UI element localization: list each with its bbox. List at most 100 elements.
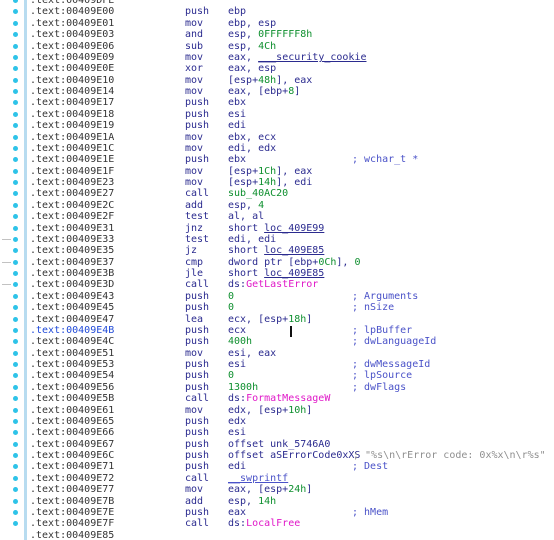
breakpoint-dot-icon[interactable] — [13, 0, 18, 3]
text-cursor — [290, 326, 292, 337]
breakpoint-dot-icon[interactable] — [13, 509, 18, 515]
operand-text: edx — [228, 415, 247, 427]
breakpoint-dot-icon[interactable] — [13, 236, 18, 242]
operand-immediate: 0 — [228, 290, 235, 302]
breakpoint-dot-icon[interactable] — [13, 305, 18, 311]
breakpoint-dot-icon[interactable] — [13, 157, 18, 163]
breakpoint-dot-icon[interactable] — [13, 282, 18, 288]
breakpoint-dot-icon[interactable] — [13, 43, 18, 49]
breakpoint-dot-icon[interactable] — [13, 259, 18, 265]
operand-text: esi — [228, 108, 247, 120]
operand-text: eax — [228, 506, 247, 518]
library-function-name[interactable]: __swprintf — [228, 473, 288, 484]
breakpoint-dot-icon[interactable] — [13, 111, 18, 117]
breakpoint-dot-icon[interactable] — [13, 20, 18, 26]
operand-text: ], edi — [276, 177, 313, 188]
breakpoint-dot-icon[interactable] — [13, 453, 18, 458]
breakpoint-dot-icon[interactable] — [13, 316, 18, 322]
operand-immediate: 1Ch — [258, 165, 277, 177]
breakpoint-dot-icon[interactable] — [13, 350, 18, 356]
breakpoint-dot-icon[interactable] — [13, 498, 18, 504]
jump-arrow-icon — [2, 238, 11, 240]
breakpoint-dot-icon[interactable] — [13, 396, 18, 402]
subroutine-name[interactable]: sub_40AC20 — [228, 188, 288, 199]
breakpoint-dot-icon[interactable] — [13, 54, 18, 60]
operand-immediate: 4Ch — [258, 40, 277, 52]
breakpoint-dot-icon[interactable] — [13, 32, 18, 38]
operand-text: ], eax — [276, 74, 313, 86]
breakpoint-dot-icon[interactable] — [13, 202, 18, 208]
breakpoint-dot-icon[interactable] — [13, 134, 18, 140]
operand-immediate: 14h — [258, 177, 277, 188]
operand-text: eax, [ebp+ — [228, 86, 289, 97]
import-api-name[interactable]: FormatMessageW — [246, 393, 330, 404]
breakpoint-dot-icon[interactable] — [13, 339, 18, 345]
data-reference-name[interactable]: ___security_cookie — [258, 52, 366, 63]
line-gutter[interactable] — [0, 528, 30, 540]
operand-text: ebx — [228, 97, 247, 109]
breakpoint-dot-icon[interactable] — [13, 123, 18, 129]
disasm-line[interactable]: .text:00409E85 — [0, 528, 554, 540]
breakpoint-dot-icon[interactable] — [13, 384, 18, 390]
operand-text: eax, esp — [228, 63, 277, 75]
operand-text: ], eax — [276, 165, 313, 177]
operand-text: esi — [228, 427, 247, 439]
jump-arrow-icon — [2, 284, 11, 286]
breakpoint-dot-icon[interactable] — [13, 373, 18, 379]
operand-immediate: 48h — [258, 74, 277, 86]
jump-target-label[interactable]: loc_409E85 — [264, 245, 324, 256]
breakpoint-dot-icon[interactable] — [13, 271, 18, 276]
disassembly-view[interactable]: .text:00409DFE .text:00409E00 push ebp .text… — [0, 0, 554, 540]
operand-text: ], — [336, 256, 355, 268]
operand-text: ds: — [228, 279, 247, 291]
breakpoint-dot-icon[interactable] — [13, 214, 18, 220]
breakpoint-dot-icon[interactable] — [13, 293, 18, 299]
breakpoint-dot-icon[interactable] — [13, 9, 18, 15]
breakpoint-dot-icon[interactable] — [13, 521, 18, 527]
operand-text: ebx, ecx — [228, 131, 277, 143]
operand-text: esi, eax — [228, 347, 277, 359]
operand-text: ebp — [228, 6, 247, 18]
breakpoint-dot-icon[interactable] — [13, 77, 18, 83]
breakpoint-dot-icon[interactable] — [13, 362, 18, 367]
operand-immediate: 24h — [288, 484, 307, 496]
breakpoint-dot-icon[interactable] — [13, 168, 18, 174]
operand-text: ecx — [228, 324, 247, 336]
breakpoint-dot-icon[interactable] — [13, 430, 18, 436]
operand-immediate: 0 — [228, 302, 235, 314]
operand-text: esp, — [228, 40, 259, 52]
breakpoint-dot-icon[interactable] — [13, 145, 18, 151]
breakpoint-dot-icon[interactable] — [13, 191, 18, 197]
operand-text: esp, — [228, 29, 259, 41]
operand-immediate: 4 — [258, 199, 265, 211]
operand-text: short — [228, 222, 265, 234]
operand-immediate: 18h — [288, 313, 307, 325]
line-address[interactable]: .text:00409E85 — [30, 529, 114, 540]
breakpoint-dot-icon[interactable] — [13, 248, 18, 254]
jump-target-label[interactable]: loc_409E85 — [264, 268, 324, 279]
operand-text: ] — [306, 484, 313, 496]
operand-text: ds: — [228, 518, 247, 530]
operand-text: edi, edx — [228, 142, 277, 154]
breakpoint-dot-icon[interactable] — [13, 418, 18, 424]
breakpoint-dot-icon[interactable] — [13, 464, 18, 470]
breakpoint-dot-icon[interactable] — [13, 180, 18, 185]
operand-immediate: 10h — [288, 404, 307, 416]
breakpoint-dot-icon[interactable] — [13, 66, 18, 72]
breakpoint-dot-icon[interactable] — [13, 100, 18, 106]
breakpoint-dot-icon[interactable] — [13, 225, 18, 231]
import-api-name[interactable]: LocalFree — [246, 518, 300, 529]
breakpoint-dot-icon[interactable] — [13, 407, 18, 413]
operand-immediate: 0FFFFFF8h — [258, 29, 313, 41]
breakpoint-dot-icon[interactable] — [13, 327, 18, 333]
operand-text: dword ptr [ebp+ — [228, 256, 319, 268]
breakpoint-dot-icon[interactable] — [13, 441, 18, 447]
operand-text: esi — [228, 359, 247, 370]
breakpoint-dot-icon[interactable] — [13, 89, 18, 94]
breakpoint-dot-icon[interactable] — [13, 475, 18, 481]
jump-target-label[interactable]: loc_409E99 — [264, 223, 324, 234]
operand-text: [esp+ — [228, 74, 259, 86]
operand-text: [esp+ — [228, 165, 259, 177]
breakpoint-dot-icon[interactable] — [13, 487, 18, 493]
import-api-name[interactable]: GetLastError — [246, 279, 318, 290]
